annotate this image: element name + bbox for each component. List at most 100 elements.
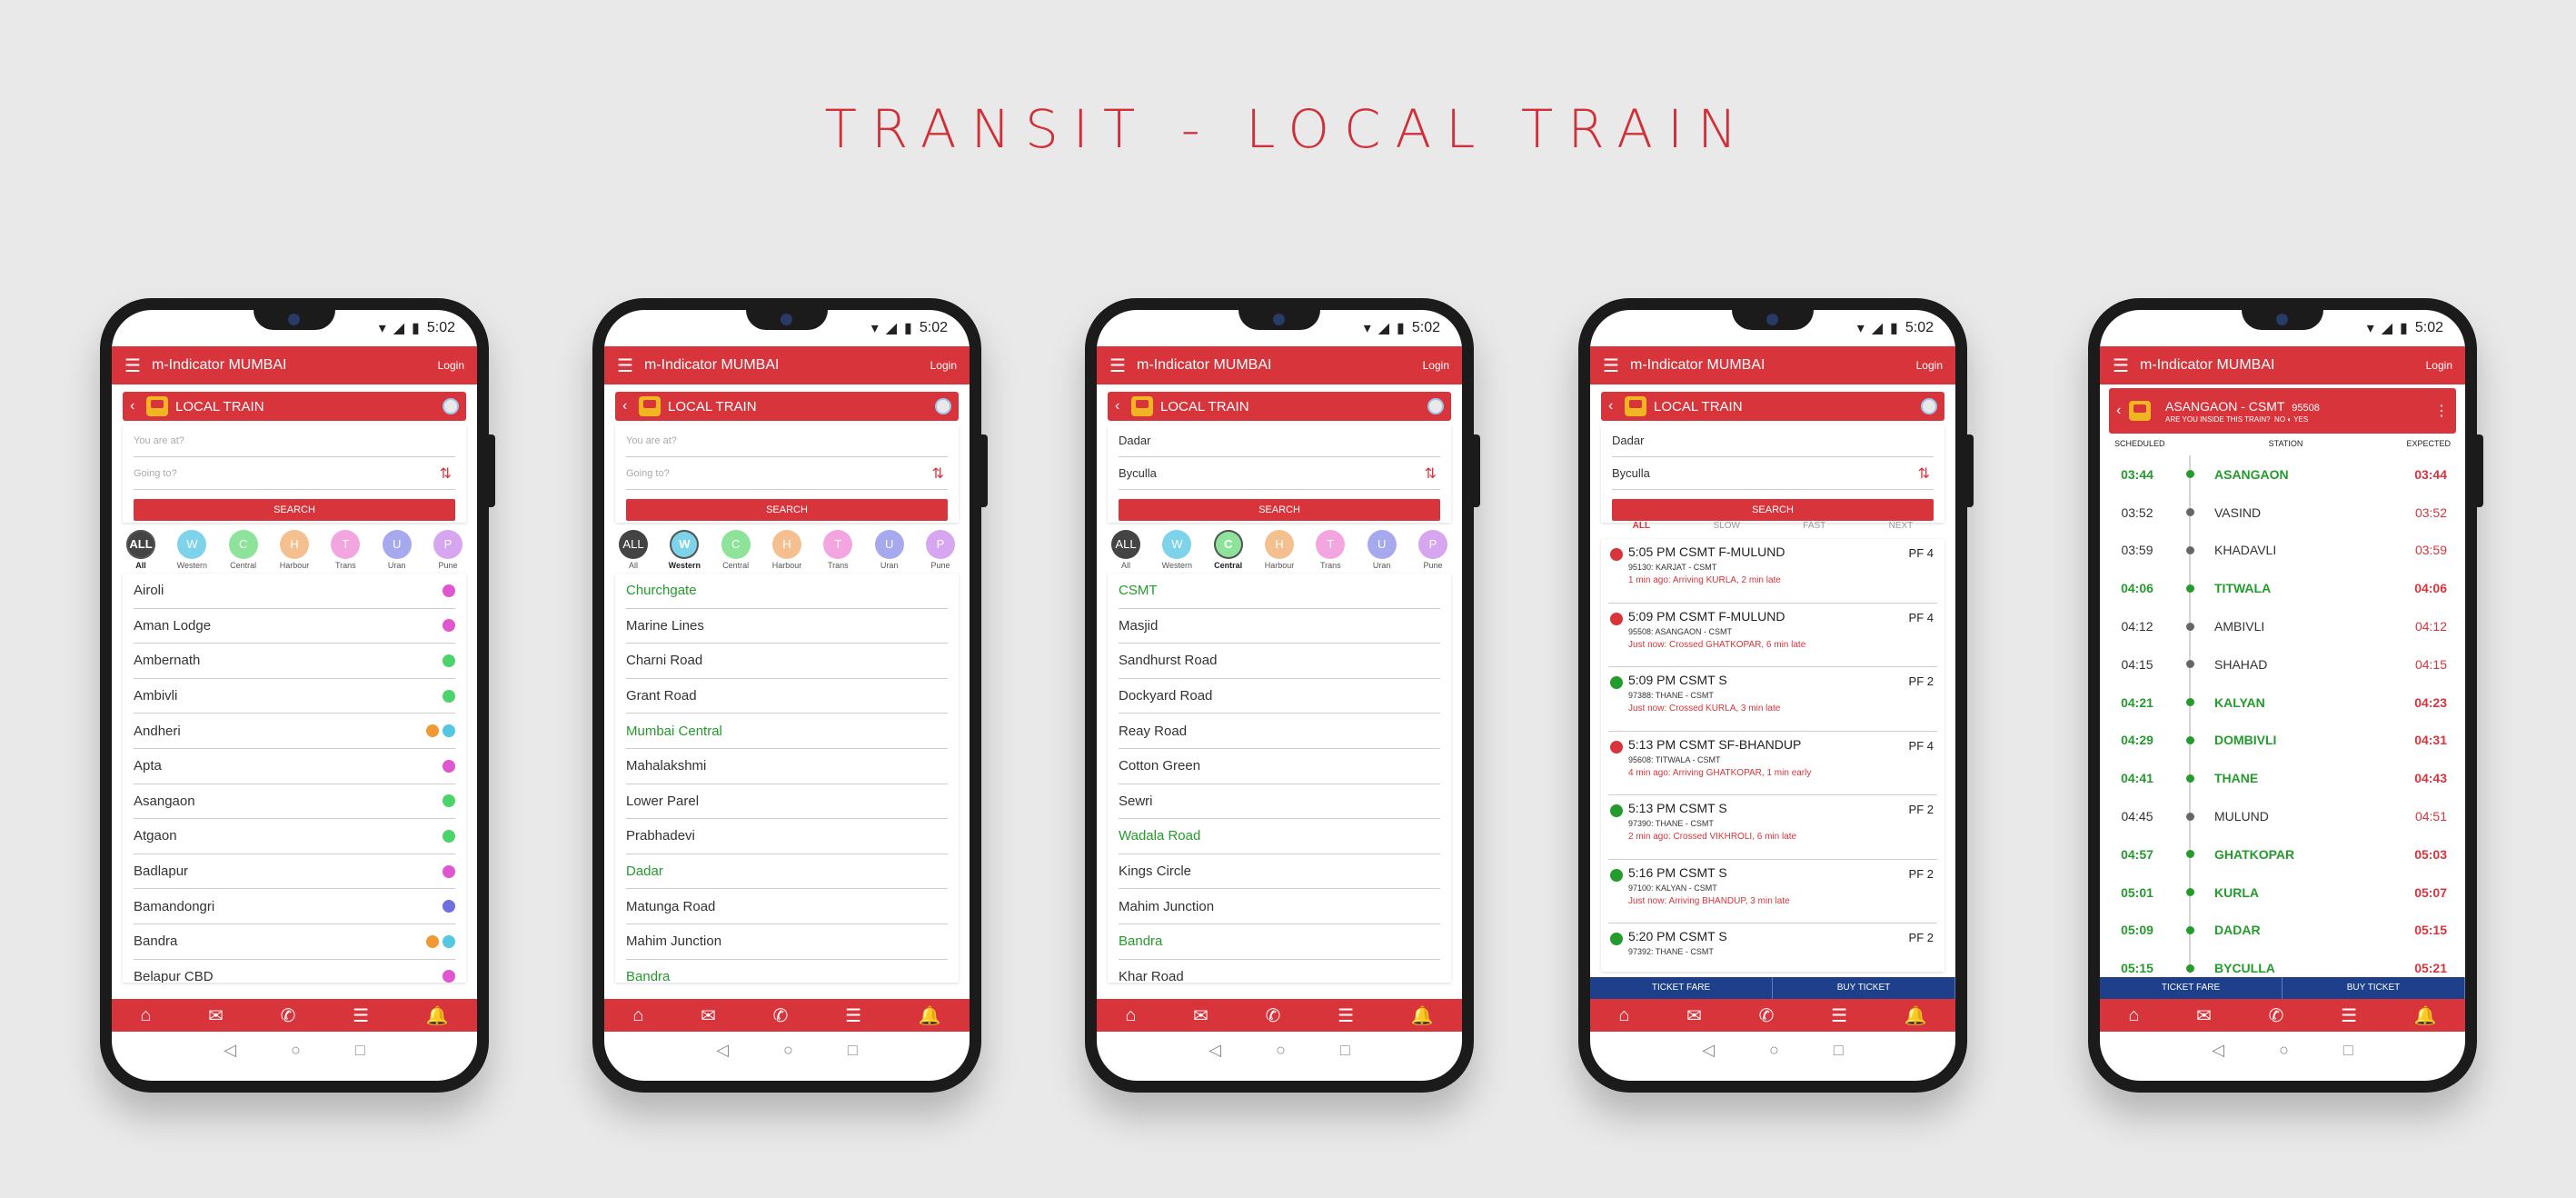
back-nav-icon[interactable]: ◁ (1702, 1041, 1715, 1060)
list-item[interactable]: Apta (134, 749, 455, 784)
recents-nav-icon[interactable]: □ (1340, 1041, 1350, 1060)
recents-nav-icon[interactable]: □ (355, 1041, 365, 1060)
back-nav-icon[interactable]: ◁ (224, 1041, 236, 1060)
stop-row[interactable]: 03:59 KHADAVLI 03:59 (2109, 532, 2456, 570)
login-link[interactable]: Login (438, 359, 464, 372)
list-item[interactable]: Sandhurst Road (1119, 644, 1440, 679)
train-row[interactable]: 5:13 PM CSMT SF-BHANDUP PF 4 95608: TITW… (1608, 732, 1937, 795)
train-row[interactable]: 5:16 PM CSMT S PF 2 97100: KALYAN - CSMT… (1608, 860, 1937, 923)
from-field[interactable]: Dadar (1119, 424, 1440, 457)
stop-row[interactable]: 04:57 GHATKOPAR 05:03 (2109, 835, 2456, 874)
document-icon[interactable]: ☰ (1831, 1004, 1847, 1027)
bell-icon[interactable]: 🔔 (426, 1004, 449, 1027)
list-item[interactable]: Mumbai Central (626, 714, 948, 749)
recents-nav-icon[interactable]: □ (2343, 1041, 2353, 1060)
list-item[interactable]: Mahalakshmi (626, 749, 948, 784)
search-button[interactable]: SEARCH (626, 499, 948, 521)
train-row[interactable]: 5:05 PM CSMT F-MULUND PF 4 95130: KARJAT… (1608, 539, 1937, 604)
list-item[interactable]: Bamandongri (134, 889, 455, 924)
stop-row[interactable]: 05:01 KURLA 05:07 (2109, 874, 2456, 912)
globe-icon[interactable] (1921, 398, 1937, 414)
chat-icon[interactable]: ✉ (1686, 1004, 1702, 1027)
stop-row[interactable]: 04:21 KALYAN 04:23 (2109, 684, 2456, 722)
chat-icon[interactable]: ✉ (2196, 1004, 2212, 1027)
back-nav-icon[interactable]: ◁ (2212, 1041, 2224, 1060)
line-chip[interactable]: U Uran (375, 530, 419, 570)
more-icon[interactable]: ⋮ (2434, 402, 2449, 420)
back-icon[interactable]: ‹ (1115, 398, 1131, 414)
list-item[interactable]: Charni Road (626, 644, 948, 679)
inside-toggle[interactable]: ◐ (2287, 415, 2292, 424)
list-item[interactable]: Airoli (134, 574, 455, 609)
list-item[interactable]: Churchgate (626, 574, 948, 609)
list-item[interactable]: Kings Circle (1119, 854, 1440, 890)
buy-ticket-button[interactable]: BUY TICKET (1773, 977, 1955, 999)
line-chip[interactable]: T Trans (816, 530, 860, 570)
home-nav-icon[interactable]: ○ (291, 1041, 301, 1060)
stop-row[interactable]: 03:44 ASANGAON 03:44 (2109, 455, 2456, 494)
train-row[interactable]: 5:09 PM CSMT F-MULUND PF 4 95508: ASANGA… (1608, 604, 1937, 667)
home-icon[interactable]: ⌂ (140, 1005, 151, 1026)
list-item[interactable]: Badlapur (134, 854, 455, 890)
globe-icon[interactable] (935, 398, 951, 414)
swap-icon[interactable]: ⇅ (1425, 464, 1437, 483)
chat-icon[interactable]: ✉ (701, 1004, 716, 1027)
menu-icon[interactable]: ☰ (2113, 354, 2140, 377)
search-button[interactable]: SEARCH (1119, 499, 1440, 521)
line-chip[interactable]: T Trans (323, 530, 367, 570)
phone-icon[interactable]: ✆ (1759, 1004, 1775, 1027)
line-chip[interactable]: W Western (1155, 530, 1198, 570)
home-icon[interactable]: ⌂ (1125, 1005, 1136, 1026)
stop-row[interactable]: 04:15 SHAHAD 04:15 (2109, 645, 2456, 684)
back-nav-icon[interactable]: ◁ (716, 1041, 729, 1060)
back-icon[interactable]: ‹ (1608, 398, 1625, 414)
list-item[interactable]: Dadar (626, 854, 948, 890)
menu-icon[interactable]: ☰ (617, 354, 644, 377)
line-chip[interactable]: ALL All (119, 530, 163, 570)
menu-icon[interactable]: ☰ (1109, 354, 1137, 377)
stop-row[interactable]: 04:12 AMBIVLI 04:12 (2109, 607, 2456, 645)
line-chip[interactable]: ALL All (1104, 530, 1148, 570)
home-icon[interactable]: ⌂ (2128, 1005, 2139, 1026)
list-item[interactable]: Marine Lines (626, 609, 948, 644)
line-chip[interactable]: P Pune (426, 530, 470, 570)
from-field[interactable]: Dadar (1612, 424, 1934, 457)
globe-icon[interactable] (443, 398, 459, 414)
line-chip[interactable]: W Western (170, 530, 214, 570)
tab-all[interactable]: ALL (1633, 521, 1650, 531)
list-item[interactable]: Sewri (1119, 784, 1440, 820)
to-field[interactable]: Byculla ⇅ (1119, 457, 1440, 490)
line-chip[interactable]: P Pune (919, 530, 962, 570)
list-item[interactable]: Mahim Junction (626, 924, 948, 960)
phone-icon[interactable]: ✆ (773, 1004, 789, 1027)
tab-slow[interactable]: SLOW (1713, 521, 1739, 531)
ticket-fare-button[interactable]: TICKET FARE (2100, 977, 2283, 999)
to-field[interactable]: Going to? ⇅ (134, 457, 455, 490)
menu-icon[interactable]: ☰ (124, 354, 152, 377)
home-icon[interactable]: ⌂ (1618, 1005, 1629, 1026)
line-chip[interactable]: H Harbour (765, 530, 809, 570)
stop-row[interactable]: 05:09 DADAR 05:15 (2109, 912, 2456, 950)
to-field[interactable]: Going to? ⇅ (626, 457, 948, 490)
line-chip[interactable]: C Central (714, 530, 758, 570)
home-nav-icon[interactable]: ○ (1276, 1041, 1286, 1060)
line-chip[interactable]: ALL All (612, 530, 655, 570)
train-row[interactable]: 5:13 PM CSMT S PF 2 97390: THANE - CSMT … (1608, 795, 1937, 860)
line-chip[interactable]: T Trans (1308, 530, 1352, 570)
list-item[interactable]: Mahim Junction (1119, 889, 1440, 924)
list-item[interactable]: Prabhadevi (626, 819, 948, 854)
back-icon[interactable]: ‹ (622, 398, 639, 414)
stop-row[interactable]: 04:41 THANE 04:43 (2109, 759, 2456, 797)
to-field[interactable]: Byculla ⇅ (1612, 457, 1934, 490)
swap-icon[interactable]: ⇅ (440, 464, 452, 483)
line-chip[interactable]: P Pune (1411, 530, 1455, 570)
back-nav-icon[interactable]: ◁ (1208, 1041, 1221, 1060)
stop-row[interactable]: 03:52 VASIND 03:52 (2109, 494, 2456, 532)
list-item[interactable]: Matunga Road (626, 889, 948, 924)
bell-icon[interactable]: 🔔 (919, 1004, 941, 1027)
document-icon[interactable]: ☰ (2341, 1004, 2357, 1027)
stop-row[interactable]: 04:45 MULUND 04:51 (2109, 797, 2456, 835)
list-item[interactable]: Ambivli (134, 679, 455, 714)
buy-ticket-button[interactable]: BUY TICKET (2283, 977, 2465, 999)
line-chip[interactable]: W Western (662, 530, 706, 570)
